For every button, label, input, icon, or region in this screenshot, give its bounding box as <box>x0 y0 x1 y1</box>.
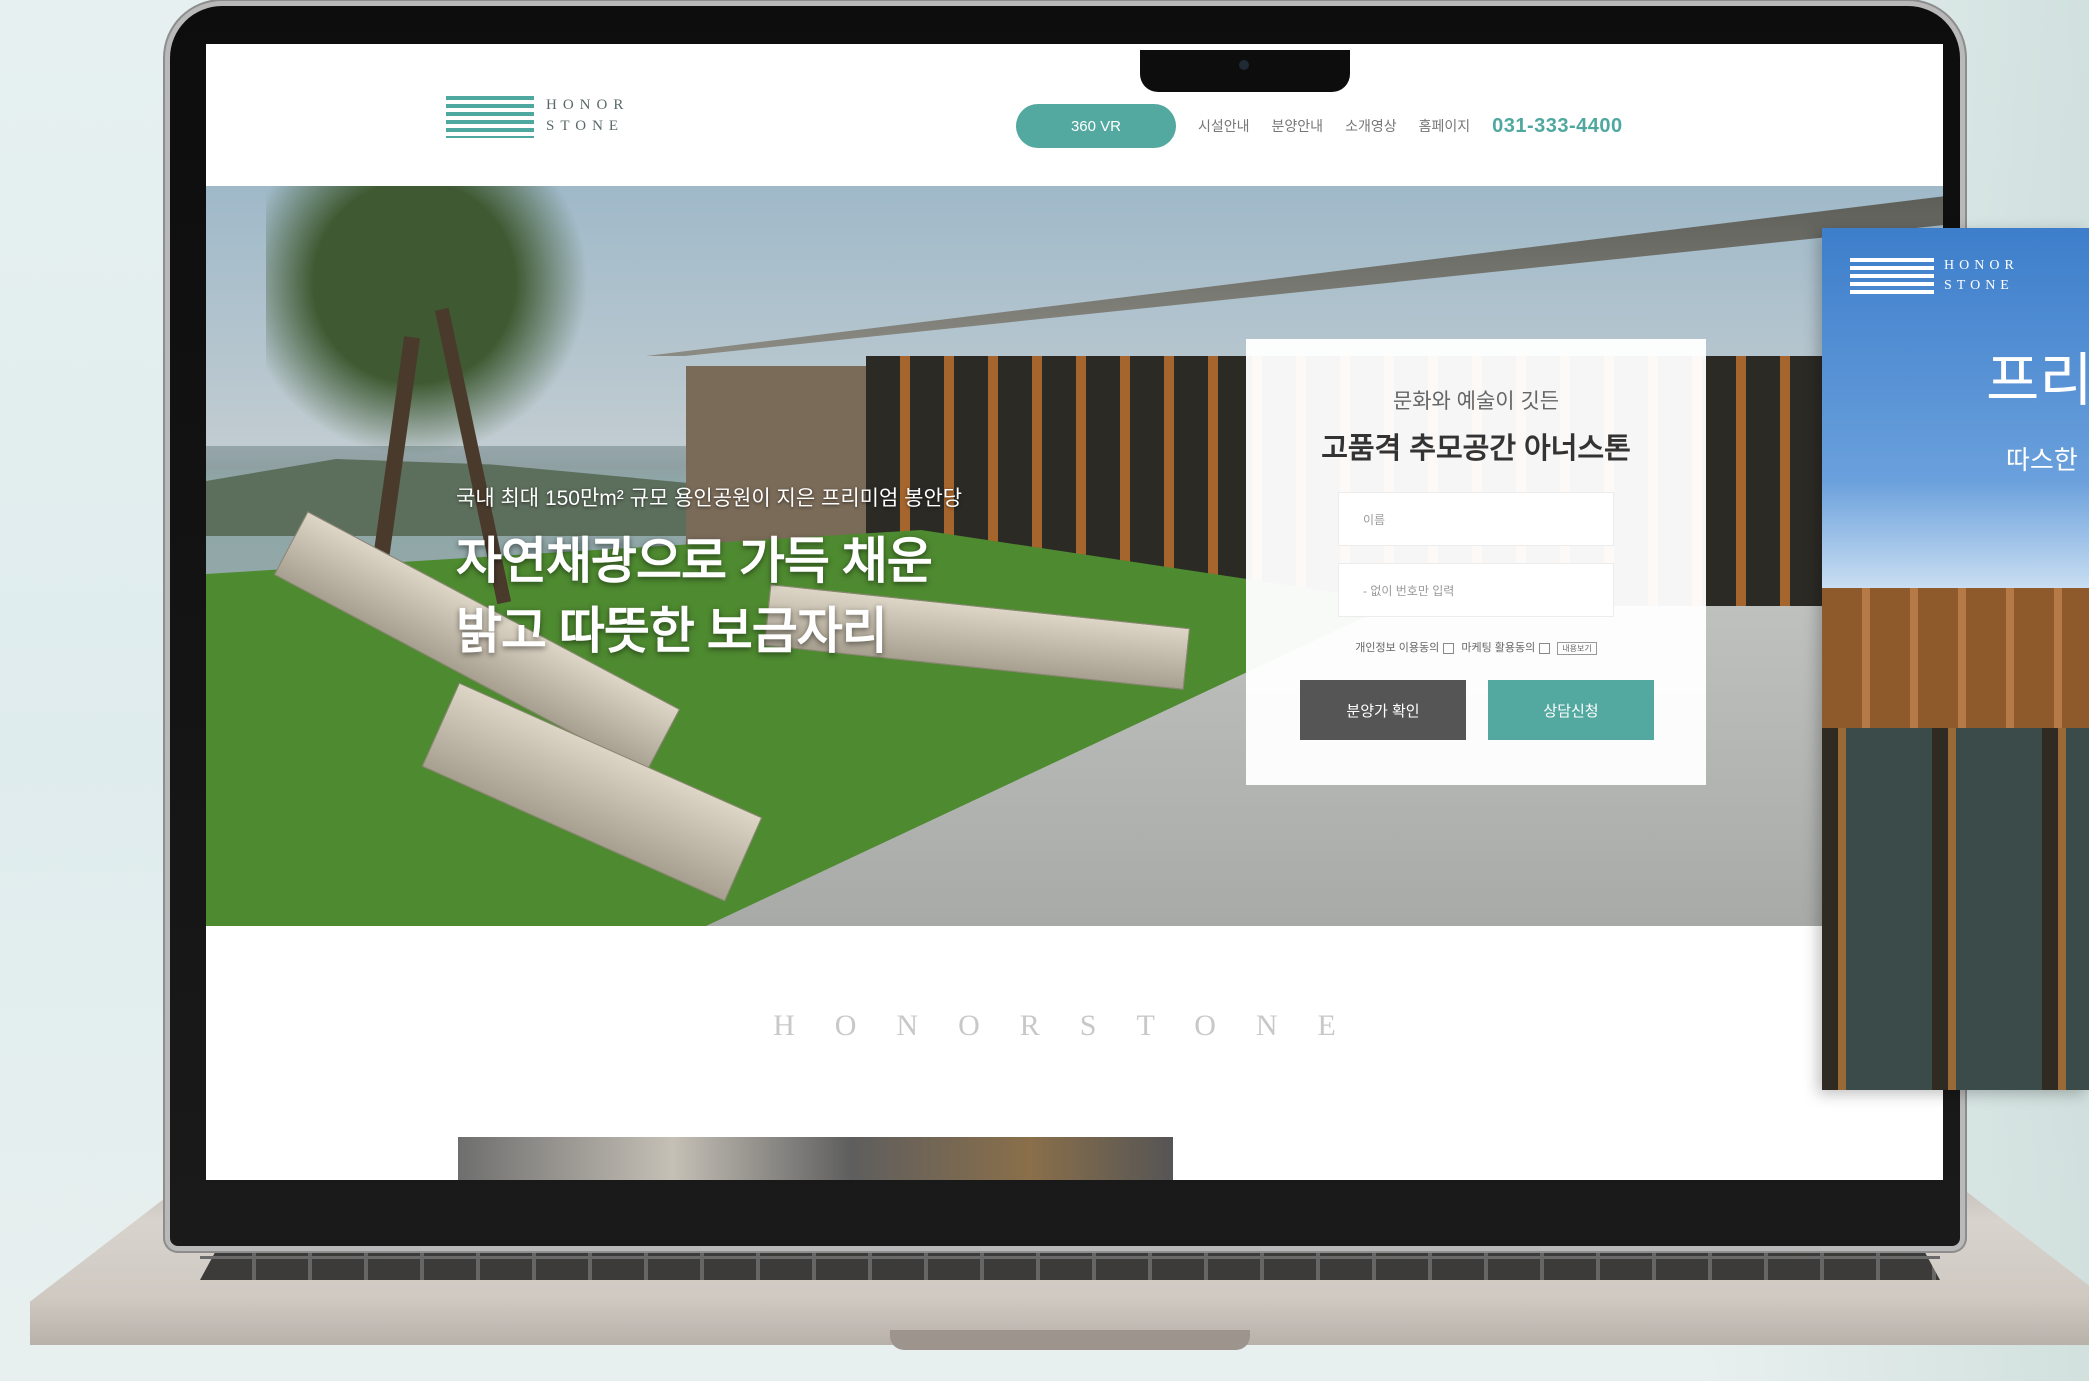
phone-number[interactable]: 031-333-4400 <box>1492 115 1623 138</box>
logo-text: HONOR STONE <box>546 95 629 137</box>
side-card-glass-facade <box>1822 728 2089 1090</box>
side-card-subtitle: 따스한 <box>2006 445 2078 475</box>
side-card-logo: HONOR STONE <box>1850 256 2019 296</box>
nav-facility[interactable]: 시설안내 <box>1198 116 1250 136</box>
logo-line2: STONE <box>546 118 625 134</box>
agree-privacy-checkbox[interactable] <box>1443 642 1455 654</box>
side-logo-line2: STONE <box>1944 278 2014 293</box>
laptop-lid: HONOR STONE 360 VR 시설안내 분양안내 소개영상 홈페이지 0… <box>170 6 1960 1246</box>
logo-mark-icon <box>1850 256 1934 296</box>
agree-privacy-label: 개인정보 이용동의 <box>1355 642 1440 654</box>
site-logo[interactable]: HONOR STONE <box>446 94 629 138</box>
nav-homepage[interactable]: 홈페이지 <box>1419 116 1471 136</box>
nav-sales[interactable]: 분양안내 <box>1272 116 1324 136</box>
laptop-hinge <box>890 1330 1250 1350</box>
consult-button[interactable]: 상담신청 <box>1488 680 1654 740</box>
main-nav: 360 VR 시설안내 분양안내 소개영상 홈페이지 031-333-4400 <box>1016 104 1623 148</box>
hero-subtitle: 국내 최대 150만m² 규모 용인공원이 지은 프리미엄 봉안당 <box>456 487 963 510</box>
section-preview-image <box>458 1137 1173 1180</box>
laptop-keyboard-row <box>200 1256 1940 1259</box>
agree-marketing-label: 마케팅 활용동의 <box>1461 642 1536 654</box>
mobile-preview-card: HONOR STONE 프리 따스한 <box>1822 228 2089 1090</box>
nav-video[interactable]: 소개영상 <box>1345 116 1397 136</box>
form-title: 고품격 추모공간 아너스톤 <box>1321 433 1631 465</box>
vr-360-button[interactable]: 360 VR <box>1016 104 1176 148</box>
side-card-title: 프리 <box>1986 348 2089 413</box>
camera-icon <box>1239 60 1249 70</box>
hero-tree <box>266 186 596 506</box>
side-card-logo-text: HONOR STONE <box>1944 256 2019 296</box>
hero-title-line1: 자연채광으로 가득 채운 <box>456 533 933 589</box>
side-logo-line1: HONOR <box>1944 258 2019 273</box>
form-subtitle: 문화와 예술이 깃든 <box>1392 390 1560 413</box>
agreement-row: 개인정보 이용동의 마케팅 활용동의 내용보기 <box>1246 639 1706 655</box>
logo-mark-icon <box>446 94 534 138</box>
hero-title-line2: 밝고 따뜻한 보금자리 <box>456 603 888 659</box>
name-input[interactable]: 이름 <box>1338 492 1614 546</box>
camera-notch <box>1140 50 1350 92</box>
agree-marketing-checkbox[interactable] <box>1539 642 1551 654</box>
site-header: HONOR STONE 360 VR 시설안내 분양안내 소개영상 홈페이지 0… <box>206 44 1943 186</box>
price-check-button[interactable]: 분양가 확인 <box>1300 680 1466 740</box>
logo-line1: HONOR <box>546 97 630 113</box>
side-card-eave <box>1822 588 2089 728</box>
view-terms-button[interactable]: 내용보기 <box>1557 642 1597 655</box>
phone-input[interactable]: - 없이 번호만 입력 <box>1338 563 1614 617</box>
brand-spaced-heading: HONORSTONE <box>773 1009 1376 1042</box>
consult-form: 문화와 예술이 깃든 고품격 추모공간 아너스톤 이름 - 없이 번호만 입력 … <box>1246 339 1706 785</box>
hero-title: 자연채광으로 가득 채운 밝고 따뜻한 보금자리 <box>456 526 933 666</box>
laptop-screen: HONOR STONE 360 VR 시설안내 분양안내 소개영상 홈페이지 0… <box>206 44 1943 1180</box>
